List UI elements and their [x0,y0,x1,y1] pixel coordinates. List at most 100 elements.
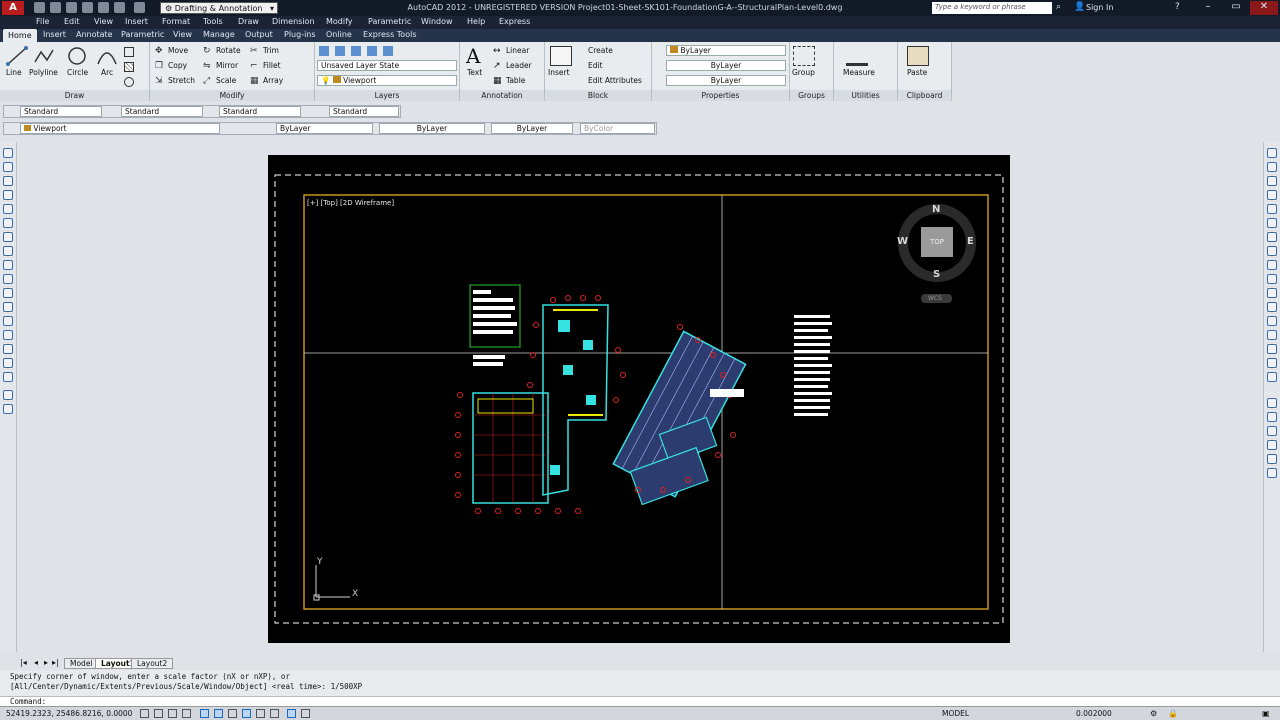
tab-nav-first-icon[interactable]: |◂ [20,658,27,667]
table-style-select[interactable]: Standard [219,106,301,117]
tpy-toggle[interactable] [270,709,279,718]
break-tool-icon[interactable] [1267,302,1277,312]
measure-icon[interactable] [846,46,868,66]
trim-button[interactable]: Trim [263,46,279,55]
group-icon[interactable] [793,46,815,66]
ellipse-tool-icon[interactable] [3,274,13,284]
lineweight-control-select[interactable]: ByLayer [491,123,573,134]
osnap-toggle[interactable] [200,709,209,718]
workspace-select[interactable]: ⚙ Drafting & Annotation ▾ [160,2,278,14]
ucs-menu[interactable]: WCS [928,295,942,302]
menu-parametric[interactable]: Parametric [368,17,411,26]
sc-toggle[interactable] [301,709,310,718]
layer-previous-icon[interactable] [351,46,361,56]
layer-isolate-icon[interactable] [367,46,377,56]
erase-tool-icon[interactable] [1267,148,1277,158]
ortho-toggle[interactable] [168,709,177,718]
polyline-icon[interactable] [33,46,55,66]
gradient-tool-icon[interactable] [3,344,13,354]
layer-match-icon[interactable] [335,46,345,56]
tab-layout2[interactable]: Layout2 [131,658,174,669]
arc-icon[interactable] [96,46,118,66]
explode-tool-icon[interactable] [1267,372,1277,382]
mirror-tool-icon[interactable] [1267,176,1277,186]
modify-panel-title[interactable]: Modify [150,90,314,101]
linear-dim-button[interactable]: Linear [506,46,529,55]
viewcube-top-face[interactable]: TOP [930,238,944,246]
polyline-label[interactable]: Polyline [29,68,58,77]
current-layer-select[interactable]: 💡 Viewport [317,75,457,86]
xline-tool-icon[interactable] [3,162,13,172]
save-icon[interactable] [66,2,77,13]
circle-tool-icon[interactable] [3,232,13,242]
dyn-toggle[interactable] [242,709,251,718]
draworder-under-icon[interactable] [1267,454,1277,464]
move-tool-icon[interactable] [1267,218,1277,228]
color-select[interactable]: ByLayer [666,45,786,56]
lock-icon[interactable]: 🔒 [1168,709,1178,718]
trim-tool-icon[interactable] [1267,274,1277,284]
tab-parametric[interactable]: Parametric [121,30,164,39]
insert-label[interactable]: Insert [548,68,570,77]
insert-tool-icon[interactable] [3,288,13,298]
circle-icon[interactable] [66,46,88,66]
draworder-back-icon[interactable] [1267,426,1277,436]
blend-tool-icon[interactable] [1267,358,1277,368]
viewport-label[interactable]: [+] [Top] [2D Wireframe] [307,199,394,207]
lwt-toggle[interactable] [256,709,265,718]
layers-panel-title[interactable]: Layers [315,90,459,101]
leader-button[interactable]: Leader [506,61,532,70]
plotstyle-control-select[interactable]: ByColor [580,123,655,134]
stretch-button[interactable]: Stretch [168,76,195,85]
viewcube-south[interactable]: S [933,269,940,280]
rotate-tool-icon[interactable] [1267,232,1277,242]
polygon-tool-icon[interactable] [3,190,13,200]
join-tool-icon[interactable] [1267,316,1277,326]
block-panel-title[interactable]: Block [545,90,651,101]
otrack-toggle[interactable] [214,709,223,718]
tab-online[interactable]: Online [326,30,352,39]
line-tool-icon[interactable] [3,148,13,158]
circle-label[interactable]: Circle [67,68,88,77]
text-label[interactable]: Text [467,68,482,77]
tab-output[interactable]: Output [245,30,273,39]
tab-insert[interactable]: Insert [43,30,66,39]
line-label[interactable]: Line [6,68,22,77]
qp-toggle[interactable] [287,709,296,718]
edit-attributes-button[interactable]: Edit Attributes [588,76,642,85]
rotate-button[interactable]: Rotate [216,46,241,55]
draworder-tool-icon[interactable] [1267,398,1277,408]
move-button[interactable]: Move [168,46,188,55]
clipboard-panel-title[interactable]: Clipboard [898,90,951,101]
coordinates[interactable]: 52419.2323, 25486.8216, 0.0000 [6,709,132,718]
insert-block-icon[interactable] [550,46,572,66]
layer-freeze-icon[interactable] [383,46,393,56]
fullscreen-icon[interactable]: ▣ [1262,709,1270,718]
tab-nav-last-icon[interactable]: ▸| [52,658,59,667]
print-icon[interactable] [98,2,109,13]
tab-view[interactable]: View [173,30,192,39]
edit-block-button[interactable]: Edit [588,61,603,70]
menu-express[interactable]: Express [499,17,530,26]
annotation-panel-title[interactable]: Annotation [460,90,544,101]
menu-view[interactable]: View [94,17,113,26]
draworder-above-icon[interactable] [1267,440,1277,450]
point-tool-icon[interactable] [3,316,13,326]
region-tool-icon[interactable] [3,358,13,368]
offset-tool-icon[interactable] [1267,190,1277,200]
paste-icon[interactable] [907,46,929,66]
mleader-style-select[interactable]: Standard [329,106,399,117]
menu-edit[interactable]: Edit [64,17,80,26]
viewcube-west[interactable]: W [897,236,908,247]
mirror-button[interactable]: Mirror [216,61,238,70]
scale-button[interactable]: Scale [216,76,236,85]
revcloud-tool-icon[interactable] [3,246,13,256]
arc-tool-icon[interactable] [3,218,13,228]
region-icon[interactable] [124,77,134,87]
color-control-select[interactable]: ByLayer [276,123,373,134]
arc-label[interactable]: Arc [101,68,113,77]
array-button[interactable]: Array [263,76,283,85]
viewcube-north[interactable]: N [932,204,940,215]
menu-format[interactable]: Format [162,17,190,26]
copy-tool-icon[interactable] [1267,162,1277,172]
